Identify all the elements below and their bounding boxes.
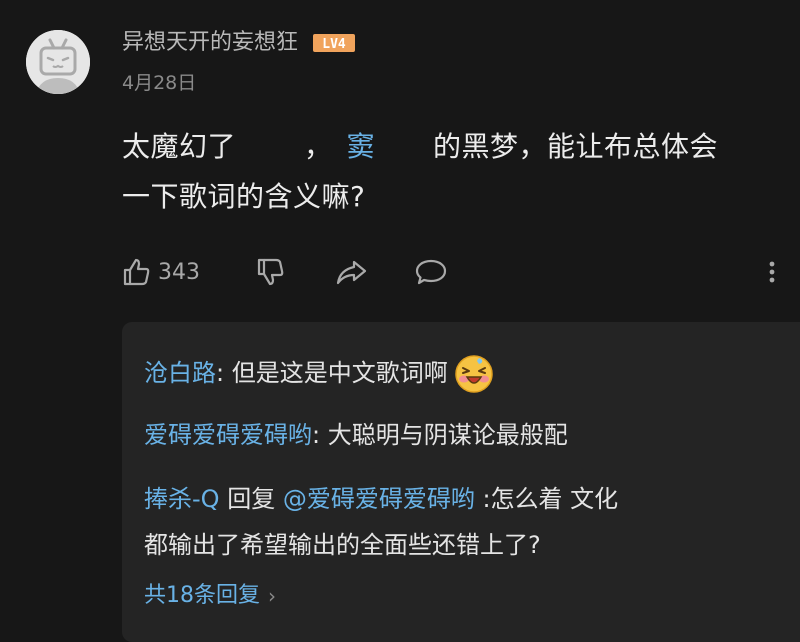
avatar[interactable] xyxy=(26,30,90,94)
reply-verb: 回复 xyxy=(219,485,283,513)
reply-text: 大聪明与阴谋论最般配 xyxy=(327,421,568,449)
comment-text-part1: 太魔幻了 xyxy=(122,130,237,163)
comment-icon xyxy=(415,259,447,285)
comment-text-part3: 的黑梦，能让布总体会 xyxy=(433,130,719,163)
reply-separator: : xyxy=(216,359,232,387)
comment-action-bar: 343 xyxy=(0,250,800,294)
reply-item: 爱碍爱碍爱碍哟: 大聪明与阴谋论最般配 xyxy=(144,412,784,458)
reply-button[interactable] xyxy=(414,250,448,294)
share-icon xyxy=(336,260,367,285)
chevron-right-icon: › xyxy=(268,584,276,608)
dislike-button[interactable] xyxy=(254,250,286,294)
comment-body: 太魔幻了 ， 窦 的黑梦，能让布总体会 一下歌词的含义嘛? xyxy=(122,122,782,222)
thumbs-down-icon xyxy=(257,258,284,286)
comment-highlight-link[interactable]: 窦 xyxy=(347,130,376,163)
reply-author-link[interactable]: 沧白路 xyxy=(144,359,216,387)
level-badge-text: LV4 xyxy=(322,37,346,52)
view-all-replies-label: 共18条回复 xyxy=(144,583,260,608)
replies-preview-box[interactable]: 沧白路: 但是这是中文歌词啊 爱碍爱碍爱碍哟: 大聪明与阴谋论最般配 捧杀-Q … xyxy=(122,322,800,642)
tv-mascot-icon xyxy=(26,30,90,94)
reply-item: 沧白路: 但是这是中文歌词啊 xyxy=(144,350,784,396)
thumbs-up-icon xyxy=(123,258,150,286)
comment-text-part2: ， xyxy=(304,130,333,163)
reply-text: 但是这是中文歌词啊 xyxy=(231,359,448,387)
vertical-dots-icon xyxy=(769,261,775,283)
username-text[interactable]: 异想天开的妄想狂 xyxy=(122,27,298,59)
reply-author-link[interactable]: 捧杀-Q xyxy=(144,485,220,513)
level-badge-icon: LV4 xyxy=(313,34,356,52)
reply-text-continued: 都输出了希望输出的全面些还错上了? xyxy=(144,531,541,559)
view-all-replies-link[interactable]: 共18条回复 › xyxy=(144,576,276,616)
like-button[interactable]: 343 xyxy=(120,250,200,294)
reply-item: 捧杀-Q 回复 @爱碍爱碍爱碍哟 :怎么着 文化 xyxy=(144,476,784,522)
share-button[interactable] xyxy=(334,250,368,294)
reply-mention-link[interactable]: @爱碍爱碍爱碍哟 xyxy=(283,485,475,513)
reply-separator: : xyxy=(312,421,328,449)
more-options-button[interactable] xyxy=(764,250,780,294)
comment-text-line2: 一下歌词的含义嘛? xyxy=(122,180,366,213)
comment-username[interactable]: 异想天开的妄想狂 LV4 xyxy=(122,27,356,59)
reply-author-link[interactable]: 爱碍爱碍爱碍哟 xyxy=(144,421,312,449)
laughing-emoji-icon xyxy=(452,352,496,396)
like-count: 343 xyxy=(158,259,200,285)
reply-text: :怎么着 文化 xyxy=(474,485,619,513)
comment-date: 4月28日 xyxy=(122,72,197,94)
